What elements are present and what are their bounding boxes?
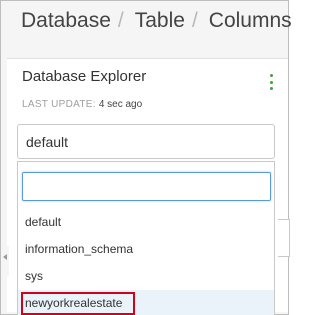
- breadcrumb-item-columns[interactable]: Columns: [209, 9, 292, 32]
- dropdown-option-sys[interactable]: sys: [18, 263, 274, 290]
- breadcrumb: Database / Table / Columns: [21, 9, 292, 33]
- breadcrumb-item-database[interactable]: Database: [21, 9, 111, 32]
- background-panel-edge: [278, 219, 290, 257]
- dropdown-search-input[interactable]: [22, 172, 271, 201]
- kebab-vertical-icon[interactable]: [270, 74, 274, 90]
- last-update-label: LAST UPDATE:: [22, 99, 96, 110]
- dropdown-option-information-schema[interactable]: information_schema: [18, 236, 274, 263]
- dropdown-option-label: information_schema: [25, 242, 134, 256]
- last-update: LAST UPDATE: 4 sec ago: [22, 99, 142, 110]
- dropdown-option-label: newyorkrealestate: [25, 296, 123, 310]
- breadcrumb-separator: /: [191, 9, 198, 32]
- database-select-value: default: [26, 134, 69, 150]
- database-explorer-card: Database Explorer LAST UPDATE: 4 sec ago …: [7, 58, 290, 315]
- dropdown-option-default[interactable]: default: [18, 209, 274, 236]
- dropdown-option-newyorkrealestate[interactable]: newyorkrealestate: [18, 290, 274, 315]
- card-title: Database Explorer: [22, 68, 147, 85]
- database-dropdown: default information_schema sys newyorkre…: [17, 161, 275, 315]
- breadcrumb-separator: /: [117, 9, 124, 32]
- breadcrumb-item-table[interactable]: Table: [135, 9, 185, 32]
- collapse-arrow-icon[interactable]: [1, 246, 9, 276]
- app-frame: Database / Table / Columns Database Explorer…: [0, 0, 292, 315]
- last-update-value: 4 sec ago: [98, 99, 143, 110]
- dropdown-option-label: sys: [25, 269, 43, 283]
- dropdown-option-label: default: [25, 215, 62, 229]
- database-select[interactable]: default: [17, 124, 275, 159]
